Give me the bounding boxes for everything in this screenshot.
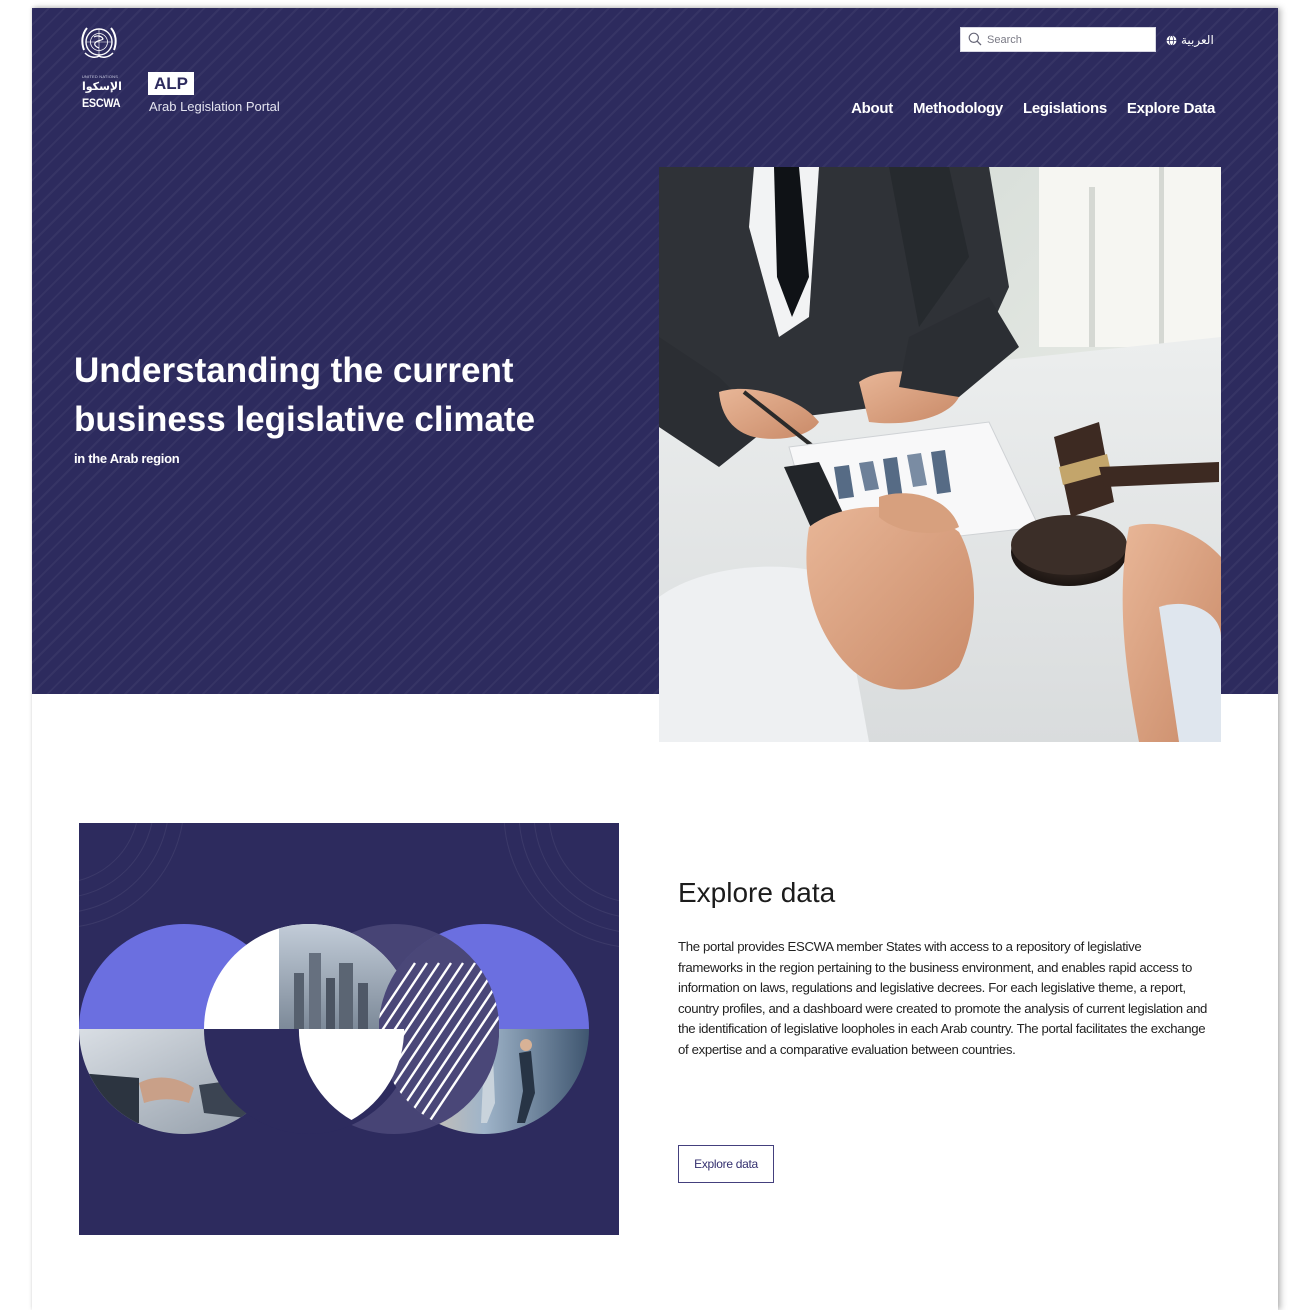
language-label: العربية xyxy=(1181,33,1214,47)
portal-subtitle: Arab Legislation Portal xyxy=(149,99,280,114)
nav-legislations[interactable]: Legislations xyxy=(1023,100,1107,117)
main-nav: About Methodology Legislations Explore D… xyxy=(851,100,1215,117)
hero-image xyxy=(659,167,1221,742)
language-switch[interactable]: العربية xyxy=(1166,30,1224,50)
search-icon[interactable] xyxy=(968,32,982,46)
nav-explore-data[interactable]: Explore Data xyxy=(1127,100,1215,117)
nav-about[interactable]: About xyxy=(851,100,893,117)
explore-data-button[interactable]: Explore data xyxy=(678,1145,774,1183)
un-small-text: UNITED NATIONS xyxy=(81,74,119,79)
explore-section-description: The portal provides ESCWA member States … xyxy=(678,939,1208,1057)
search-input[interactable] xyxy=(987,30,1147,49)
escwa-arabic-wordmark: الإسكوا xyxy=(82,80,122,93)
search-box[interactable] xyxy=(960,27,1156,52)
nav-methodology[interactable]: Methodology xyxy=(913,100,1003,117)
hero-subtitle: in the Arab region xyxy=(74,451,180,466)
un-emblem-logo[interactable] xyxy=(78,22,120,72)
hero-title: Understanding the current business legis… xyxy=(74,351,536,439)
explore-section-title: Explore data xyxy=(678,877,836,908)
alp-badge[interactable]: ALP xyxy=(148,72,194,95)
escwa-wordmark: ESCWA xyxy=(82,96,121,110)
explore-data-illustration xyxy=(79,823,619,1235)
page-frame: UNITED NATIONS الإسكوا ESCWA ALP Arab Le… xyxy=(32,8,1278,1310)
globe-icon xyxy=(1166,34,1177,46)
